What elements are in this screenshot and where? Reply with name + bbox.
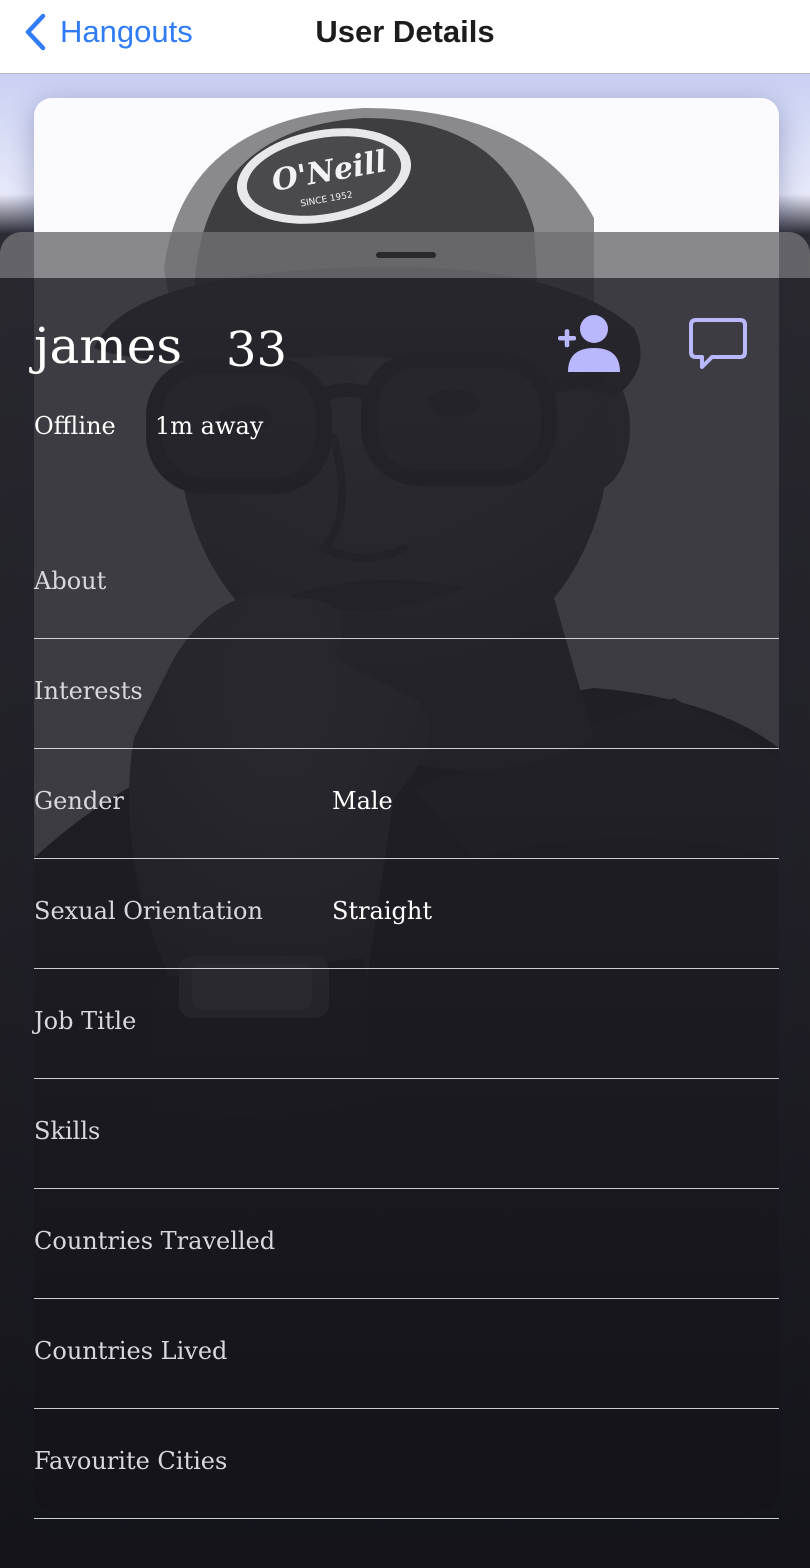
detail-row-about[interactable]: About <box>34 529 779 639</box>
detail-row-interests[interactable]: Interests <box>34 639 779 749</box>
message-button[interactable] <box>688 316 748 372</box>
online-status: Offline <box>34 412 116 440</box>
detail-label: Countries Travelled <box>34 1227 276 1255</box>
detail-label: Gender <box>34 787 124 815</box>
detail-value: Male <box>332 787 393 815</box>
detail-row-job-title[interactable]: Job Title <box>34 969 779 1079</box>
detail-label: Skills <box>34 1117 101 1145</box>
detail-list: About Interests Gender Male Sexual Orien… <box>34 529 779 1519</box>
distance-label: 1m away <box>155 412 264 440</box>
add-friend-icon <box>558 315 620 372</box>
add-friend-button[interactable] <box>556 314 622 374</box>
detail-row-countries-travelled[interactable]: Countries Travelled <box>34 1189 779 1299</box>
detail-row-sexual-orientation[interactable]: Sexual Orientation Straight <box>34 859 779 969</box>
detail-label: Countries Lived <box>34 1337 228 1365</box>
page-title: User Details <box>315 14 495 49</box>
sheet-grabber-handle[interactable] <box>376 252 436 258</box>
chat-bubble-icon <box>689 318 747 369</box>
detail-label: About <box>34 567 107 595</box>
detail-row-countries-lived[interactable]: Countries Lived <box>34 1299 779 1409</box>
detail-label: Sexual Orientation <box>34 897 263 925</box>
navigation-bar: Hangouts User Details <box>0 0 810 74</box>
detail-label: Favourite Cities <box>34 1447 228 1475</box>
detail-value: Straight <box>332 897 433 925</box>
detail-label: Interests <box>34 677 143 705</box>
profile-name: james <box>34 317 182 375</box>
detail-row-gender[interactable]: Gender Male <box>34 749 779 859</box>
detail-row-skills[interactable]: Skills <box>34 1079 779 1189</box>
detail-label: Job Title <box>34 1007 137 1035</box>
detail-row-favourite-cities[interactable]: Favourite Cities <box>34 1409 779 1519</box>
profile-age: 33 <box>226 322 288 378</box>
